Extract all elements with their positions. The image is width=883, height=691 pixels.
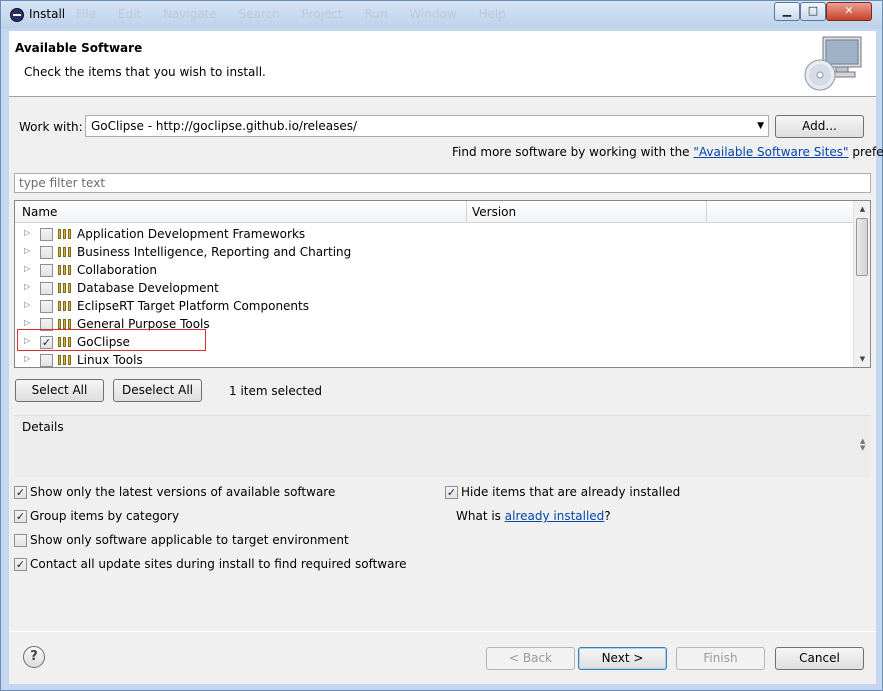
item-checkbox[interactable] [40, 264, 53, 277]
cancel-button[interactable]: Cancel [775, 647, 864, 670]
column-version[interactable]: Version [472, 205, 516, 219]
find-more-text: Find more software by working with the "… [452, 145, 883, 159]
contact-sites-checkbox[interactable]: ✓ [14, 558, 27, 571]
deselect-all-button[interactable]: Deselect All [113, 379, 202, 402]
find-more-prefix: Find more software by working with the [452, 145, 694, 159]
tree-row[interactable]: ▷ Linux Tools [15, 351, 853, 367]
already-installed-link[interactable]: already installed [505, 509, 605, 523]
tree-header: Name Version [15, 201, 853, 223]
latest-only-checkbox[interactable]: ✓ [14, 486, 27, 499]
expand-arrow-icon[interactable]: ▷ [24, 300, 30, 309]
latest-only-label: Show only the latest versions of availab… [30, 485, 336, 499]
chevron-down-icon[interactable]: ▼ [757, 116, 764, 136]
category-icon [58, 301, 72, 311]
software-tree: Name Version ▷ Application Development F… [14, 200, 871, 368]
highlight-annotation [17, 329, 206, 351]
category-icon [58, 355, 72, 365]
target-env-label: Show only software applicable to target … [30, 533, 349, 547]
category-icon [58, 229, 72, 239]
what-is-suffix: ? [604, 509, 611, 523]
target-env-checkbox[interactable] [14, 534, 27, 547]
item-checkbox[interactable] [40, 228, 53, 241]
minimize-button[interactable]: ▁ [774, 2, 800, 21]
details-panel: Details ▲ ▼ [14, 415, 871, 477]
tree-row[interactable]: ▷ Collaboration [15, 261, 853, 279]
expand-arrow-icon[interactable]: ▷ [24, 354, 30, 363]
category-icon [58, 283, 72, 293]
tree-row[interactable]: ▷ EclipseRT Target Platform Components [15, 297, 853, 315]
item-checkbox[interactable] [40, 246, 53, 259]
category-icon [58, 319, 72, 329]
back-button[interactable]: < Back [486, 647, 575, 670]
tree-row-label: Collaboration [77, 263, 157, 277]
select-all-button[interactable]: Select All [15, 379, 104, 402]
finish-button[interactable]: Finish [676, 647, 765, 670]
background-menu-ghost: File Edit Navigate Search Project Run Wi… [76, 7, 506, 21]
work-with-value: GoClipse - http://goclipse.github.io/rel… [91, 119, 358, 133]
add-site-button[interactable]: Add... [775, 115, 864, 138]
scrollbar-thumb[interactable] [856, 218, 868, 276]
banner-description: Check the items that you wish to install… [24, 65, 266, 79]
next-button[interactable]: Next > [578, 647, 667, 670]
expand-arrow-icon[interactable]: ▷ [24, 264, 30, 273]
expand-arrow-icon[interactable]: ▷ [24, 228, 30, 237]
category-icon [58, 247, 72, 257]
eclipse-icon [10, 8, 24, 22]
expand-arrow-icon[interactable]: ▷ [24, 282, 30, 291]
close-button[interactable]: ✕ [826, 2, 872, 21]
tree-row[interactable]: ▷ Business Intelligence, Reporting and C… [15, 243, 853, 261]
find-more-suffix: preferences. [852, 145, 883, 159]
group-by-category-checkbox[interactable]: ✓ [14, 510, 27, 523]
category-icon [58, 265, 72, 275]
expand-arrow-icon[interactable]: ▷ [24, 318, 30, 327]
scroll-down-icon[interactable]: ▼ [854, 351, 870, 367]
item-checkbox[interactable] [40, 282, 53, 295]
title-bar: Install File Edit Navigate Search Projec… [1, 1, 882, 29]
window-title: Install [29, 7, 66, 21]
hide-installed-label: Hide items that are already installed [461, 485, 681, 499]
footer-divider [9, 631, 876, 632]
tree-row-label: EclipseRT Target Platform Components [77, 299, 309, 313]
available-software-sites-link[interactable]: "Available Software Sites" [693, 145, 848, 159]
column-divider[interactable] [466, 201, 467, 223]
tree-scrollbar[interactable]: ▲ ▼ [853, 201, 870, 367]
hide-installed-checkbox[interactable]: ✓ [445, 486, 458, 499]
tree-row-label: Database Development [77, 281, 219, 295]
filter-input[interactable]: type filter text [14, 173, 871, 193]
banner-title: Available Software [15, 41, 143, 55]
scroll-up-icon[interactable]: ▲ [854, 201, 870, 217]
dialog-client: Available Software Check the items that … [9, 31, 883, 684]
tree-row-label: Application Development Frameworks [77, 227, 306, 241]
help-icon[interactable]: ? [23, 646, 45, 668]
tree-row-label: Business Intelligence, Reporting and Cha… [77, 245, 352, 259]
what-is-installed-text: What is already installed? [456, 509, 611, 523]
tree-row[interactable]: ▷ Database Development [15, 279, 853, 297]
column-name[interactable]: Name [22, 205, 57, 219]
what-is-prefix: What is [456, 509, 505, 523]
contact-sites-label: Contact all update sites during install … [30, 557, 407, 571]
tree-row-label: Linux Tools [77, 353, 143, 367]
work-with-label: Work with: [19, 120, 83, 134]
selection-status: 1 item selected [229, 384, 323, 398]
install-monitor-icon [804, 36, 862, 91]
install-window: Install File Edit Navigate Search Projec… [0, 0, 883, 691]
tree-row[interactable]: ▷ Application Development Frameworks [15, 225, 853, 243]
work-with-combo[interactable]: GoClipse - http://goclipse.github.io/rel… [85, 115, 769, 137]
column-divider[interactable] [706, 201, 707, 223]
item-checkbox[interactable] [40, 300, 53, 313]
details-title: Details [22, 420, 64, 434]
details-scroll-icon[interactable]: ▲ ▼ [860, 438, 865, 452]
expand-arrow-icon[interactable]: ▷ [24, 246, 30, 255]
item-checkbox[interactable] [40, 354, 53, 367]
maximize-button[interactable]: □ [800, 2, 826, 21]
group-by-category-label: Group items by category [30, 509, 180, 523]
dialog-banner: Available Software Check the items that … [9, 31, 876, 97]
